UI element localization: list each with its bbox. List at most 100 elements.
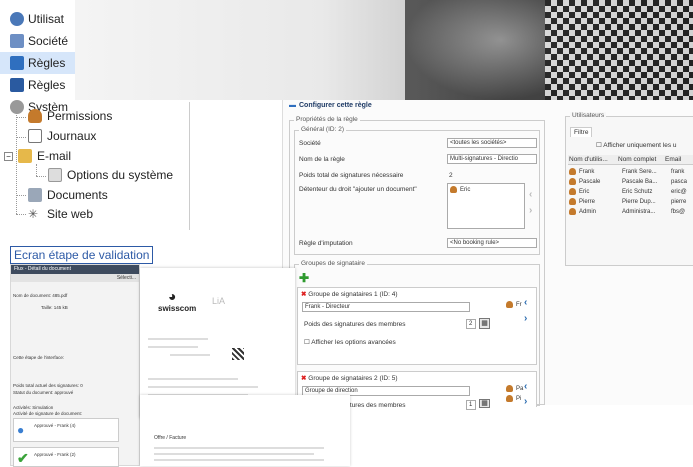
delete-icon[interactable]: ✖ [301, 291, 306, 298]
status-label: Statut du document: approuvé [13, 390, 74, 395]
cell: Frank Sere... [622, 168, 657, 175]
company-icon [10, 34, 24, 48]
rules-icon [10, 56, 24, 70]
cell: fbs@ [671, 208, 686, 215]
calculator-icon[interactable]: ▦ [479, 399, 490, 408]
activities-label: Activités: Simulation [13, 405, 54, 410]
cell: Pierre [579, 198, 596, 205]
calculator-icon[interactable]: ▦ [479, 318, 490, 329]
cell: Admin [579, 208, 597, 215]
table-row[interactable]: Eric Eric Schutz eric@ [569, 188, 687, 195]
rule-name-input[interactable]: Multi-signatures - Directio [447, 154, 537, 164]
table-row[interactable]: Admin Administra... fbs@ [569, 208, 685, 215]
tree-item-label: Société [28, 34, 69, 48]
email-icon [18, 149, 32, 163]
users-table-header: Nom d'utilis... Nom complet Email [568, 155, 693, 165]
arrow-right-icon[interactable]: › [524, 396, 527, 407]
globe-icon: ✳ [28, 207, 39, 221]
tree-item-label: Permissions [47, 109, 113, 123]
tree-item-utilisateurs[interactable]: Utilisat [0, 8, 75, 30]
cell: frank [671, 168, 685, 175]
list-item[interactable]: Eric [450, 186, 470, 193]
table-row[interactable]: Pascale Pascale Ba... pasca [569, 178, 687, 185]
header-photo [75, 0, 693, 100]
arrow-left-icon[interactable]: ‹ [529, 189, 532, 200]
group-2-poids-input[interactable]: 1 [466, 400, 476, 410]
group-1-name-input[interactable]: Frank - Directeur [302, 302, 470, 312]
tree-item-label: Options du système [67, 168, 174, 182]
approval-label: Approuvé - Frank (2) [34, 452, 76, 457]
table-row[interactable]: Frank Frank Sere... frank [569, 168, 684, 175]
selection-bar: Sélecti... [11, 274, 139, 282]
text-line [148, 338, 208, 340]
add-group-icon[interactable]: ✚ [299, 271, 309, 285]
group-2-member[interactable]: Pa [506, 385, 523, 392]
invoice-label: Offre / Facture [154, 435, 187, 441]
tree-item-journaux[interactable]: Journaux [28, 129, 96, 143]
selection-label[interactable]: Sélecti... [117, 275, 136, 281]
tree-item-documents[interactable]: Documents [28, 188, 108, 202]
advanced-options-checkbox[interactable]: ☐ Afficher les options avancées [304, 338, 396, 346]
window-title-text: Configurer cette règle [299, 102, 372, 109]
poids-label: Poids total de signatures nécessaire [299, 172, 404, 179]
tree-item-societe[interactable]: Société [0, 30, 75, 52]
filter-checkbox[interactable]: ☐ Afficher uniquement les u [596, 141, 677, 149]
text-line [154, 447, 324, 449]
filter-checkbox-label: Afficher uniquement les u [603, 142, 677, 149]
tree-item-site-web[interactable]: ✳ Site web [28, 207, 93, 221]
group-2-member[interactable]: Pi [506, 395, 521, 402]
approval-label: Approuvé - Frank (4) [34, 423, 76, 428]
tree-item-permissions[interactable]: Permissions [28, 109, 112, 123]
configure-rule-window: ▬ Configurer cette règle Propriétés de l… [282, 100, 693, 410]
user-icon [506, 395, 513, 402]
column-header[interactable]: Nom d'utilis... [569, 156, 608, 163]
arrow-right-icon[interactable]: › [524, 313, 527, 324]
tree-item-regles[interactable]: Règles [0, 52, 75, 74]
group-2-title: ✖ Groupe de signataires 2 (ID: 5) [301, 374, 398, 382]
arrow-left-icon[interactable]: ‹ [524, 297, 527, 308]
tree-item-label: Journaux [47, 129, 97, 143]
delete-icon[interactable]: ✖ [301, 375, 306, 382]
user-icon [569, 168, 576, 175]
imputation-select[interactable]: <No booking rule> [447, 238, 537, 248]
validation-step-window: Flux - Détail du document Sélecti... Nom… [10, 264, 140, 467]
cell: eric@ [671, 188, 687, 195]
column-header[interactable]: Email [665, 156, 681, 163]
activities-label-2: Activité de signature de document: [13, 411, 83, 416]
doc-no-value: 485.pdf [52, 293, 68, 298]
tree-item-email[interactable]: − E-mail [4, 149, 71, 163]
photo-shadow [405, 0, 565, 100]
props-legend: Propriétés de la règle [294, 116, 360, 123]
table-row[interactable]: Pierre Pierre Dup... pierre [569, 198, 686, 205]
general-group: Général (ID: 2) Société <toutes les soci… [294, 126, 540, 255]
journal-icon [28, 129, 42, 143]
user-icon [506, 301, 513, 308]
group-1-member[interactable]: Fr [506, 301, 522, 308]
poids-total-value[interactable]: 2 [449, 172, 453, 179]
step-label: Cette étape de l'interface: [13, 355, 65, 360]
societe-select[interactable]: <toutes les sociétés> [447, 138, 537, 148]
group-1-poids-input[interactable]: 2 [466, 319, 476, 329]
column-header[interactable]: Nom complet [618, 156, 656, 163]
doc-no-label: Nom de document: 485.pdf [13, 293, 67, 298]
tree-item-label: E-mail [37, 149, 72, 163]
tree-item-regles-2[interactable]: Règles [0, 74, 75, 96]
rule-icon: ▬ [289, 102, 296, 109]
tree-item-options-systeme[interactable]: Options du système [48, 168, 173, 182]
detenteur-label: Détenteur du droit "ajouter un document" [299, 186, 417, 193]
user-icon [450, 186, 457, 193]
nav-tree-system: Permissions Journaux − E-mail Options du… [0, 102, 190, 230]
cell: Administra... [622, 208, 656, 215]
users-icon [10, 12, 24, 26]
arrow-right-icon[interactable]: › [529, 205, 532, 216]
group-1-title: ✖ Groupe de signataires 1 (ID: 4) [301, 290, 398, 298]
arrow-left-icon[interactable]: ‹ [524, 381, 527, 392]
tab-filtre[interactable]: Filtre [570, 127, 593, 137]
checkered-shirt-photo [545, 0, 693, 100]
poids-total-label: Poids total actuel des signatures: 0 [13, 383, 83, 388]
collapse-icon[interactable]: − [4, 151, 13, 161]
user-icon [569, 208, 576, 215]
cell: Frank [579, 168, 595, 175]
text-line [148, 346, 198, 348]
detenteur-list[interactable]: Eric [447, 183, 525, 229]
